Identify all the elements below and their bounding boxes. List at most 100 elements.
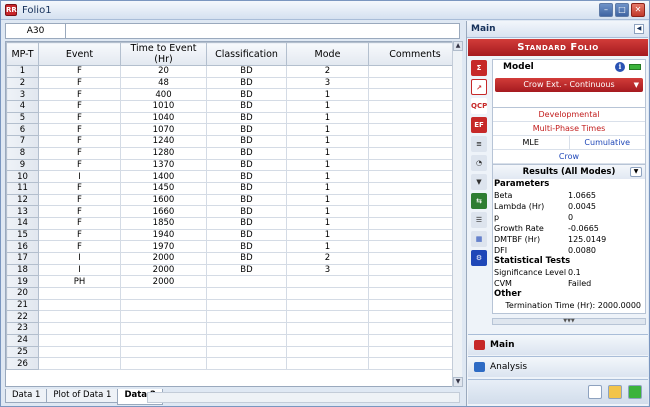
row-number[interactable]: 18 — [6, 263, 39, 277]
table-cell[interactable] — [38, 357, 121, 370]
table-cell[interactable] — [368, 88, 459, 102]
nav-analysis[interactable]: Analysis — [468, 356, 648, 377]
table-cell[interactable]: 1010 — [120, 100, 207, 113]
table-cell[interactable] — [206, 287, 287, 300]
panel-collapse-icon[interactable]: ◀ — [634, 24, 644, 34]
table-cell[interactable] — [206, 322, 287, 335]
table-cell[interactable] — [120, 345, 207, 359]
table-cell[interactable]: 1 — [286, 240, 369, 253]
table-cell[interactable]: BD — [206, 170, 287, 183]
table-cell[interactable] — [38, 322, 121, 335]
header-col-time[interactable]: Time to Event (Hr) — [120, 42, 207, 66]
table-cell[interactable]: 2000 — [120, 252, 207, 265]
row-number[interactable]: 16 — [6, 240, 39, 253]
info-icon[interactable]: i — [615, 62, 625, 72]
row-number[interactable]: 15 — [6, 228, 39, 242]
table-cell[interactable]: F — [38, 216, 121, 230]
toggle-icon[interactable] — [628, 385, 642, 399]
table-cell[interactable]: 3 — [286, 263, 369, 277]
header-col-event[interactable]: Event — [38, 42, 121, 66]
row-number[interactable]: 21 — [6, 298, 39, 312]
table-cell[interactable]: 48 — [120, 76, 207, 90]
row-number[interactable]: 10 — [6, 170, 39, 183]
table-cell[interactable]: BD — [206, 88, 287, 102]
results-menu-icon[interactable]: ▼ — [630, 167, 642, 177]
table-cell[interactable]: BD — [206, 100, 287, 113]
table-cell[interactable] — [120, 357, 207, 370]
table-cell[interactable] — [368, 135, 459, 148]
row-number[interactable]: 5 — [6, 111, 39, 125]
table-cell[interactable] — [120, 333, 207, 347]
table-cell[interactable] — [206, 345, 287, 359]
row-number[interactable]: 24 — [6, 333, 39, 347]
table-cell[interactable]: F — [38, 205, 121, 218]
table-cell[interactable]: BD — [206, 111, 287, 125]
gauge-icon[interactable]: ◔ — [471, 155, 487, 171]
table-cell[interactable] — [368, 252, 459, 265]
mle-option[interactable]: MLE — [493, 136, 570, 149]
table-cell[interactable]: BD — [206, 193, 287, 207]
table-icon[interactable]: ≡ — [471, 136, 487, 152]
table-cell[interactable] — [120, 287, 207, 300]
table-cell[interactable]: 400 — [120, 88, 207, 102]
table-cell[interactable]: BD — [206, 216, 287, 230]
multiphase-option[interactable]: Multi-Phase Times — [493, 122, 645, 136]
table-cell[interactable]: BD — [206, 263, 287, 277]
calculate-icon[interactable]: Σ — [471, 60, 487, 76]
row-number[interactable]: 2 — [6, 76, 39, 90]
table-cell[interactable] — [368, 76, 459, 90]
table-cell[interactable]: BD — [206, 146, 287, 160]
header-col-mpt[interactable]: MP-T — [6, 42, 39, 66]
table-cell[interactable]: 1 — [286, 100, 369, 113]
table-cell[interactable]: F — [38, 146, 121, 160]
table-cell[interactable]: F — [38, 193, 121, 207]
table-cell[interactable]: I — [38, 252, 121, 265]
formula-input[interactable] — [66, 24, 459, 38]
table-cell[interactable] — [368, 111, 459, 125]
table-cell[interactable]: F — [38, 240, 121, 253]
table-cell[interactable]: BD — [206, 240, 287, 253]
table-cell[interactable]: 1 — [286, 146, 369, 160]
grid-view-icon[interactable] — [588, 385, 602, 399]
table-cell[interactable] — [368, 240, 459, 253]
table-cell[interactable] — [368, 216, 459, 230]
table-cell[interactable] — [368, 146, 459, 160]
row-number[interactable]: 17 — [6, 252, 39, 265]
transfer-icon[interactable]: ⇆ — [471, 193, 487, 209]
wizard-icon[interactable] — [608, 385, 622, 399]
table-cell[interactable] — [368, 287, 459, 300]
table-cell[interactable] — [368, 298, 459, 312]
row-number[interactable]: 9 — [6, 158, 39, 172]
table-cell[interactable] — [206, 333, 287, 347]
header-col-classification[interactable]: Classification — [206, 42, 287, 66]
table-cell[interactable]: F — [38, 88, 121, 102]
table-cell[interactable] — [368, 170, 459, 183]
data-sheet[interactable]: MP-T Event Time to Event (Hr) Classificatio… — [5, 41, 460, 387]
row-number[interactable]: 4 — [6, 100, 39, 113]
table-cell[interactable] — [368, 322, 459, 335]
row-number[interactable]: 1 — [6, 65, 39, 78]
table-cell[interactable]: 1 — [286, 123, 369, 137]
model-dropdown[interactable]: Crow Ext. - Continuous ▼ — [495, 78, 643, 92]
resize-grip-icon[interactable]: ▼▼▼ — [492, 318, 646, 325]
table-cell[interactable]: F — [38, 111, 121, 125]
table-cell[interactable] — [368, 357, 459, 370]
table-cell[interactable]: 1660 — [120, 205, 207, 218]
row-number[interactable]: 7 — [6, 135, 39, 148]
table-cell[interactable] — [286, 357, 369, 370]
row-number[interactable]: 13 — [6, 205, 39, 218]
table-cell[interactable]: 1970 — [120, 240, 207, 253]
table-cell[interactable] — [368, 205, 459, 218]
table-cell[interactable]: I — [38, 263, 121, 277]
table-cell[interactable]: BD — [206, 65, 287, 78]
table-cell[interactable]: 3 — [286, 76, 369, 90]
table-cell[interactable]: 1 — [286, 181, 369, 195]
table-cell[interactable] — [206, 298, 287, 312]
filter-icon[interactable]: ▼ — [471, 174, 487, 190]
table-cell[interactable] — [368, 275, 459, 289]
scroll-down-icon[interactable]: ▼ — [453, 377, 463, 387]
row-number[interactable]: 20 — [6, 287, 39, 300]
row-number[interactable]: 25 — [6, 345, 39, 359]
table-cell[interactable]: 1850 — [120, 216, 207, 230]
table-cell[interactable] — [368, 333, 459, 347]
